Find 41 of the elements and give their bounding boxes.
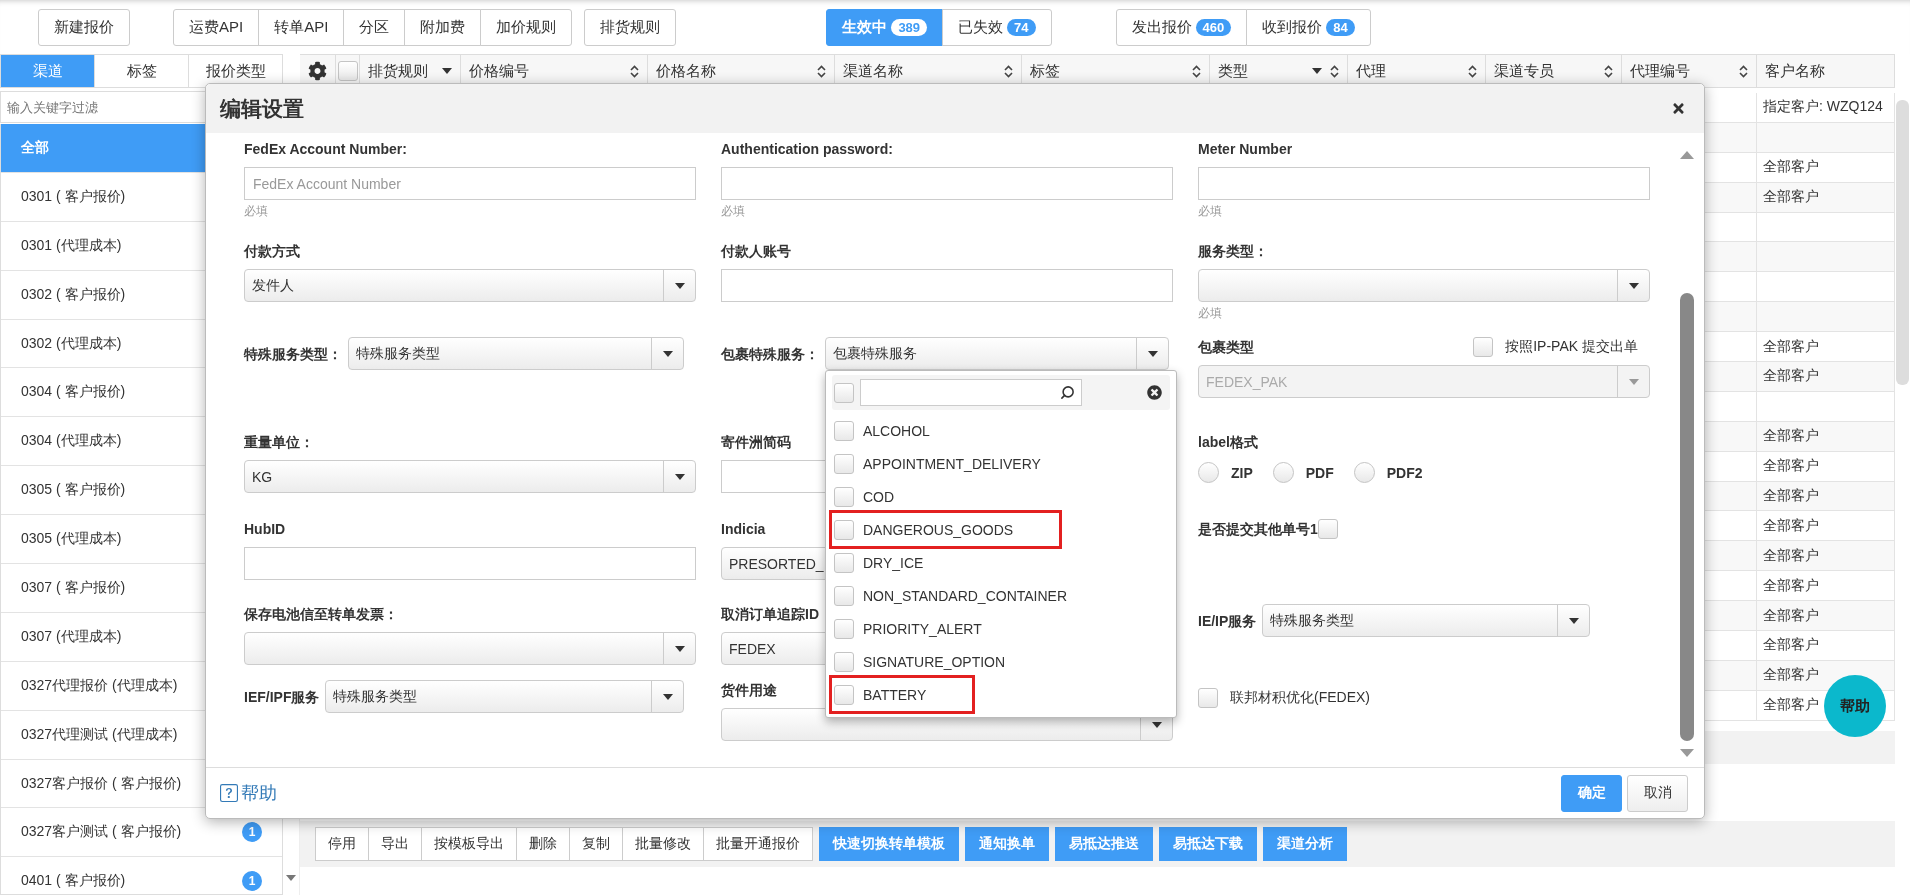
field-label: 货件用途 xyxy=(721,681,777,700)
radio-label: PDF2 xyxy=(1386,464,1423,481)
field-label: 寄件洲简码 xyxy=(721,433,792,452)
hint-text: 必填 xyxy=(721,203,746,220)
count-badge: 1 xyxy=(242,871,262,892)
field-label: 付款人账号 xyxy=(721,242,792,261)
table-cell: 全部客户 xyxy=(1757,152,1895,182)
hint-text: 必填 xyxy=(1198,203,1223,220)
table-cell: 全部客户 xyxy=(1757,332,1895,361)
count-badge: 389 xyxy=(891,18,928,36)
table-cell: 全部客户 xyxy=(1757,362,1895,391)
radio-label: PDF xyxy=(1305,464,1334,481)
count-badge: 460 xyxy=(1195,18,1232,36)
count-badge: 74 xyxy=(1007,18,1036,36)
table-cell: 全部客户 xyxy=(1757,451,1895,481)
count-badge: 84 xyxy=(1326,18,1355,36)
table-cell: 全部客户 xyxy=(1757,631,1895,660)
hint-text: 必填 xyxy=(244,203,269,220)
field-label: label格式 xyxy=(1198,433,1258,452)
field-label: 是否提交其他单号1 xyxy=(1198,520,1318,539)
table-cell: 全部客户 xyxy=(1757,571,1895,601)
checkbox-label: 按照IP-PAK 提交出单 xyxy=(1505,338,1638,356)
table-cell: 全部客户 xyxy=(1757,601,1895,631)
field-label: 包裹类型 xyxy=(1198,338,1254,357)
field-label: Meter Number xyxy=(1198,140,1294,159)
field-label: Authentication password: xyxy=(721,140,894,159)
field-label: 包裹特殊服务： xyxy=(721,344,819,364)
field-label: 服务类型： xyxy=(1198,242,1268,261)
radio-label: ZIP xyxy=(1231,464,1253,481)
count-badge: 1 xyxy=(242,822,262,843)
table-cell: 全部客户 xyxy=(1757,511,1895,541)
table-cell: 全部客户 xyxy=(1757,541,1895,571)
table-cell: 指定客户: WZQ124 xyxy=(1757,93,1895,122)
table-cell: 全部客户 xyxy=(1757,421,1895,451)
table-cell: 全部客户 xyxy=(1757,481,1895,511)
table-cell: 全部客户 xyxy=(1757,182,1895,212)
checkbox-label: 联邦材积优化(FEDEX) xyxy=(1230,689,1370,707)
field-label: IE/IP服务 xyxy=(1198,611,1257,631)
hint-text: 必填 xyxy=(1198,305,1223,322)
field-label: Indicia xyxy=(721,520,766,539)
field-label: 取消订单追踪ID xyxy=(721,605,819,624)
